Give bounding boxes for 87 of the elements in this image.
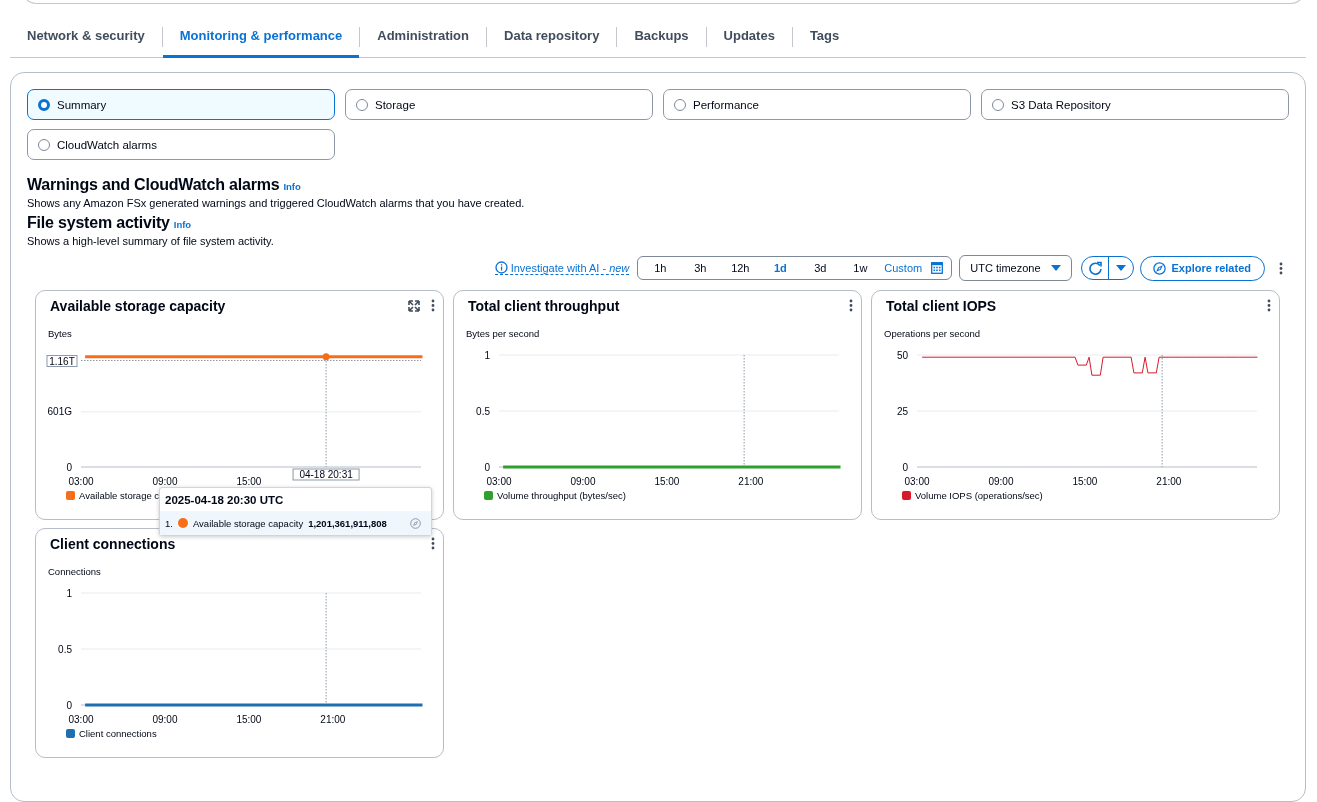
tick-label: 21:00 xyxy=(738,476,764,487)
section-description: Shows any Amazon FSx generated warnings and triggered CloudWatch alarms that you have created. xyxy=(27,197,526,209)
expand-icon xyxy=(408,299,420,312)
range-option[interactable]: 12h xyxy=(720,262,761,274)
caret-down-icon xyxy=(1115,265,1126,271)
refresh-icon xyxy=(1087,261,1102,275)
tick-label: 21:00 xyxy=(1156,476,1182,487)
tab[interactable]: Network & security xyxy=(10,16,162,58)
more-icon xyxy=(849,299,853,312)
tick-label: 21:00 xyxy=(320,714,346,725)
radio-tile[interactable]: Performance xyxy=(663,89,971,120)
compass-icon xyxy=(1152,261,1166,275)
chart-title: Total client IOPS xyxy=(886,297,997,314)
tick-label: 03:00 xyxy=(68,476,94,487)
radio-button[interactable] xyxy=(38,98,50,111)
tick-label: 25 xyxy=(896,405,908,417)
hover-point xyxy=(322,353,330,361)
timezone-dropdown[interactable]: UTC timezone xyxy=(959,255,1072,281)
cursor-value-tag: 1.16T xyxy=(46,355,78,367)
tab[interactable]: Tags xyxy=(792,16,857,58)
tab[interactable]: Monitoring & performance xyxy=(162,16,360,58)
tooltip-title: 2025-04-18 20:30 UTC xyxy=(164,493,285,508)
tab[interactable]: Administration xyxy=(360,16,486,58)
caret-down-icon xyxy=(1050,265,1061,271)
radio-tile[interactable]: Summary xyxy=(27,89,335,120)
tick-label: 03:00 xyxy=(68,714,94,725)
axis-label: Connections xyxy=(48,566,102,577)
cursor-time-tag: 04-18 20:31 xyxy=(292,468,360,481)
tick-label: 09:00 xyxy=(152,714,178,725)
axis-label: Bytes per second xyxy=(466,328,541,339)
tick-label: 03:00 xyxy=(486,476,512,487)
series-name: Available storage capacity xyxy=(192,517,304,529)
more-icon xyxy=(431,299,435,312)
tab[interactable]: Backups xyxy=(617,16,706,58)
tick-label: 15:00 xyxy=(236,476,262,487)
axis-label: Bytes xyxy=(48,328,73,339)
section-description: Shows a high-level summary of file system activity. xyxy=(27,235,275,247)
range-option[interactable]: 1d xyxy=(760,262,801,274)
explore-related-button[interactable]: Explore related xyxy=(1139,255,1265,281)
custom-range-button[interactable]: Custom xyxy=(880,262,950,274)
info-link[interactable]: Info xyxy=(283,181,301,192)
more-icon xyxy=(431,537,435,550)
legend-label: Available storage c xyxy=(79,490,160,501)
range-option[interactable]: 3d xyxy=(800,262,841,274)
series-value: 1,201,361,911,808 xyxy=(308,517,387,529)
tab[interactable]: Updates xyxy=(706,16,792,58)
tab[interactable]: Data repository xyxy=(487,16,617,58)
chart-title: Total client throughput xyxy=(468,297,620,314)
info-icon xyxy=(494,261,508,274)
tick-label: 601G xyxy=(47,406,72,418)
section-heading: Warnings and CloudWatch alarms xyxy=(27,176,280,194)
chart-title: Available storage capacity xyxy=(50,297,226,314)
tick-label: 09:00 xyxy=(570,476,596,487)
tick-label: 0 xyxy=(66,699,72,711)
section-heading: File system activity xyxy=(27,214,170,232)
range-option[interactable]: 1w xyxy=(840,262,881,274)
tick-label: 0 xyxy=(484,461,490,473)
investigate-link[interactable]: Investigate with AI - new xyxy=(494,261,630,275)
tick-label: 0.5 xyxy=(58,643,72,655)
tick-label: 0.5 xyxy=(476,405,490,417)
radio-tile[interactable]: CloudWatch alarms xyxy=(27,129,335,160)
tick-label: 15:00 xyxy=(236,714,262,725)
tick-label: 15:00 xyxy=(1072,476,1098,487)
tick-label: 0 xyxy=(902,461,908,473)
tick-label: 1 xyxy=(484,349,490,361)
legend-label: Volume IOPS (operations/sec) xyxy=(915,490,1043,501)
row-index: 1. xyxy=(165,517,173,529)
tick-label: 15:00 xyxy=(654,476,680,487)
tick-label: 09:00 xyxy=(152,476,178,487)
more-icon xyxy=(1279,261,1283,275)
legend-label: Client connections xyxy=(79,728,157,739)
tick-label: 50 xyxy=(896,349,908,361)
chart-title: Client connections xyxy=(50,535,176,552)
range-option[interactable]: 3h xyxy=(680,262,721,274)
tick-label: 03:00 xyxy=(904,476,930,487)
radio-tile[interactable]: Storage xyxy=(345,89,653,120)
compass-icon xyxy=(410,517,421,529)
legend-label: Volume throughput (bytes/sec) xyxy=(497,490,626,501)
calendar-icon xyxy=(931,262,944,274)
tick-label: 0 xyxy=(66,461,72,473)
tick-label: 09:00 xyxy=(988,476,1014,487)
axis-label: Operations per second xyxy=(884,328,982,339)
more-icon xyxy=(1267,299,1271,312)
range-option[interactable]: 1h xyxy=(640,262,681,274)
info-link[interactable]: Info xyxy=(173,219,192,230)
radio-tile[interactable]: S3 Data Repository xyxy=(981,89,1289,120)
tick-label: 1 xyxy=(66,587,72,599)
